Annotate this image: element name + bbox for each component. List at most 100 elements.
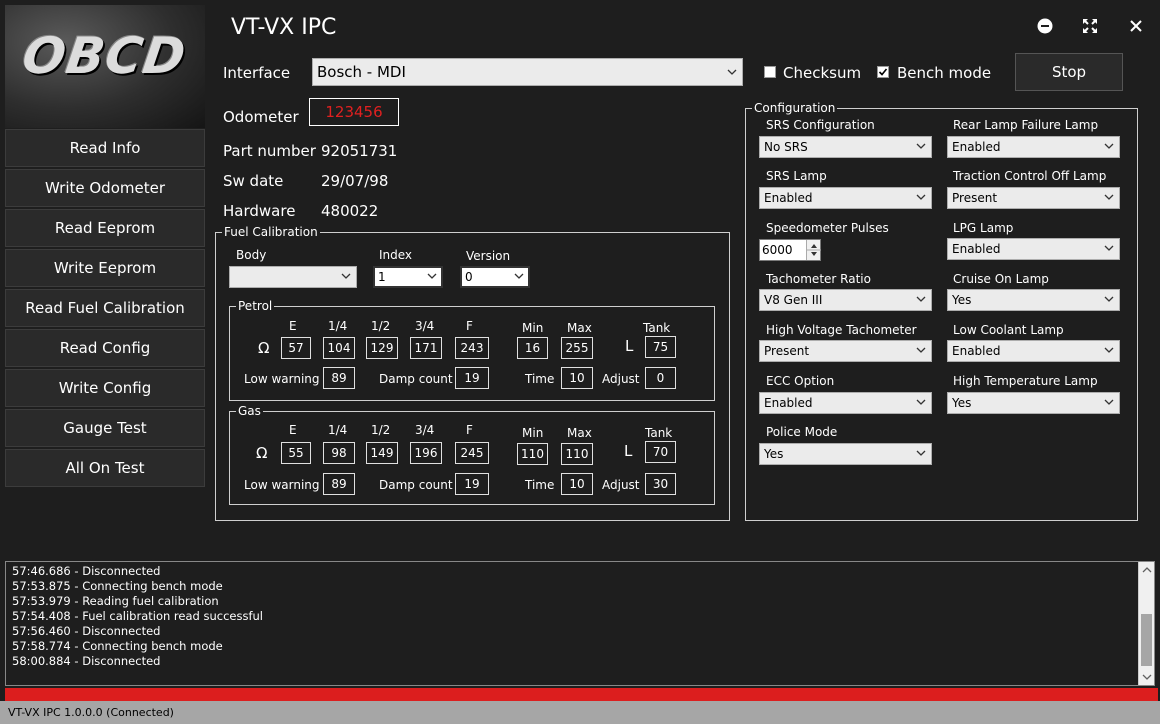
gas-time-field[interactable]: 10 [561,473,593,495]
chevron-down-icon [727,69,737,75]
write-odometer-button[interactable]: Write Odometer [5,169,205,207]
log-panel[interactable]: 57:46.686 - Disconnected 57:53.875 - Con… [5,561,1155,686]
high-voltage-tachometer-select[interactable]: Present [759,340,932,362]
minimize-button[interactable] [1035,16,1055,36]
srs-configuration-select[interactable]: No SRS [759,136,932,158]
gas-min-field[interactable]: 110 [517,443,548,465]
header-half: 1/2 [371,423,391,437]
litre-label: L [624,442,633,460]
version-select[interactable]: 0 [460,266,530,288]
stop-button[interactable]: Stop [1015,53,1123,91]
chevron-down-icon [916,143,926,149]
header-half: 1/2 [371,319,391,333]
write-config-button[interactable]: Write Config [5,369,205,407]
lpg-lamp-select[interactable]: Enabled [947,238,1120,260]
interface-select[interactable]: Bosch - MDI [312,58,743,86]
part-number-label: Part number [223,142,316,160]
maximize-button[interactable] [1080,16,1100,36]
petrol-adjust-field[interactable]: 0 [645,367,676,389]
gas-max-field[interactable]: 110 [561,443,593,465]
petrol-time-field[interactable]: 10 [561,367,593,389]
gas-f-field[interactable]: 245 [455,442,489,464]
log-scrollbar[interactable] [1138,562,1154,685]
gas-low-warning-field[interactable]: 89 [323,473,355,495]
cruise-on-lamp-select[interactable]: Yes [947,289,1120,311]
srs-lamp-select[interactable]: Enabled [759,187,932,209]
bench-mode-checkbox[interactable] [877,66,889,78]
header-min: Min [522,426,544,440]
traction-control-off-lamp-select[interactable]: Present [947,187,1120,209]
petrol-three-quarter-field[interactable]: 171 [410,337,442,359]
body-select[interactable] [229,266,357,288]
gas-damp-count-field[interactable]: 19 [455,473,489,495]
rear-lamp-failure-lamp-select[interactable]: Enabled [947,136,1120,158]
interface-label: Interface [223,64,291,82]
write-eeprom-button[interactable]: Write Eeprom [5,249,205,287]
sw-date-value: 29/07/98 [321,172,389,190]
close-button[interactable] [1126,16,1146,36]
gas-tank-field[interactable]: 70 [645,441,676,463]
stepper-buttons[interactable] [806,240,821,260]
all-on-test-button[interactable]: All On Test [5,449,205,487]
gauge-test-button[interactable]: Gauge Test [5,409,205,447]
gas-title: Gas [236,404,263,418]
chevron-down-icon [1104,143,1114,149]
high-temperature-lamp-label: High Temperature Lamp [953,374,1098,388]
lpg-lamp-label: LPG Lamp [953,221,1014,235]
high-temperature-lamp-select[interactable]: Yes [947,392,1120,414]
petrol-e-field[interactable]: 57 [281,337,311,359]
gas-three-quarter-field[interactable]: 196 [410,442,442,464]
petrol-quarter-field[interactable]: 104 [323,337,355,359]
low-coolant-lamp-select[interactable]: Enabled [947,340,1120,362]
speedometer-pulses-label: Speedometer Pulses [766,221,889,235]
srs-configuration-label: SRS Configuration [766,118,875,132]
low-coolant-lamp-value: Enabled [952,344,1001,358]
gas-quarter-field[interactable]: 98 [323,442,355,464]
petrol-damp-count-field[interactable]: 19 [455,367,489,389]
log-line: 57:56.460 - Disconnected [12,624,161,638]
gas-adjust-field[interactable]: 30 [645,473,676,495]
low-warning-label: Low warning [244,372,320,386]
scroll-down-icon[interactable] [1139,671,1155,683]
police-mode-select[interactable]: Yes [759,443,932,465]
low-coolant-lamp-label: Low Coolant Lamp [953,323,1064,337]
ohm-label: Ω [256,444,268,462]
odometer-field[interactable]: 123456 [309,98,399,126]
read-eeprom-button[interactable]: Read Eeprom [5,209,205,247]
ecc-option-select[interactable]: Enabled [759,392,932,414]
time-label: Time [525,372,555,386]
speedometer-pulses-stepper[interactable]: 6000 [759,239,821,261]
read-fuel-calibration-button[interactable]: Read Fuel Calibration [5,289,205,327]
tachometer-ratio-select[interactable]: V8 Gen III [759,289,932,311]
petrol-half-field[interactable]: 129 [366,337,398,359]
header-e: E [289,423,297,437]
cruise-on-lamp-value: Yes [952,293,972,307]
log-line: 58:00.884 - Disconnected [12,654,161,668]
petrol-max-field[interactable]: 255 [561,337,593,359]
read-config-button[interactable]: Read Config [5,329,205,367]
checksum-checkbox[interactable] [764,66,776,78]
chevron-down-icon [1104,399,1114,405]
part-number-value: 92051731 [321,142,398,160]
chevron-down-icon [514,273,524,279]
petrol-low-warning-field[interactable]: 89 [323,367,355,389]
scrollbar-thumb[interactable] [1141,614,1152,666]
gas-half-field[interactable]: 149 [366,442,398,464]
index-select[interactable]: 1 [373,266,443,288]
chevron-down-icon [916,450,926,456]
header-quarter: 1/4 [328,319,348,333]
odometer-label: Odometer [223,108,299,126]
tachometer-ratio-label: Tachometer Ratio [766,272,871,286]
petrol-title: Petrol [236,299,275,313]
chevron-down-icon [1104,194,1114,200]
low-warning-label: Low warning [244,478,320,492]
ohm-label: Ω [258,339,270,357]
petrol-min-field[interactable]: 16 [517,337,548,359]
read-info-button[interactable]: Read Info [5,129,205,167]
gas-e-field[interactable]: 55 [281,442,311,464]
chevron-down-icon [916,194,926,200]
petrol-tank-field[interactable]: 75 [645,336,676,358]
scroll-up-icon[interactable] [1139,564,1155,576]
chevron-down-icon [916,399,926,405]
petrol-f-field[interactable]: 243 [455,337,489,359]
